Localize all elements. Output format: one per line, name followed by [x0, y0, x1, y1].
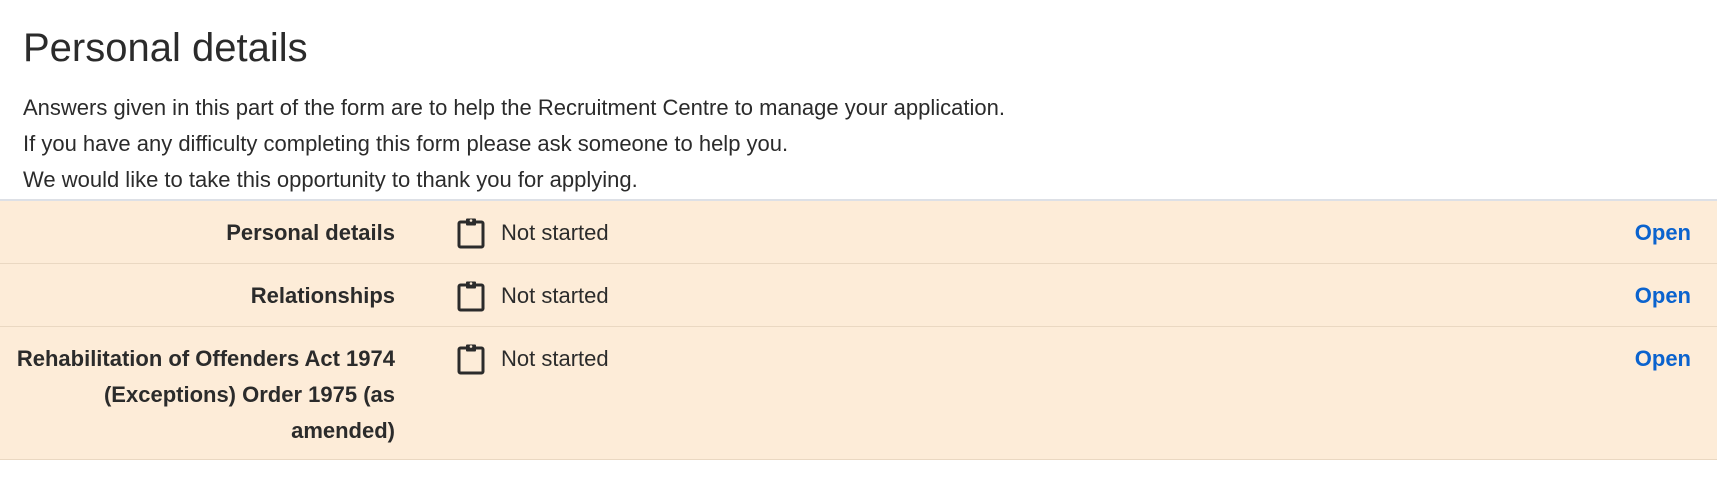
- section-name: Relationships: [250, 283, 395, 308]
- section-row-personal-details: Personal details Not started Open: [0, 201, 1717, 264]
- intro-section: Personal details Answers given in this p…: [0, 0, 1717, 199]
- intro-line: If you have any difficulty completing th…: [23, 131, 789, 156]
- status-text: Not started: [501, 346, 609, 371]
- clipboard-icon: [457, 280, 485, 312]
- status-text: Not started: [501, 283, 609, 308]
- section-name: Personal details: [226, 220, 395, 245]
- page-title: Personal details: [23, 26, 308, 70]
- intro-line: We would like to take this opportunity t…: [23, 167, 638, 192]
- section-status: Not started: [457, 201, 609, 251]
- open-link-personal-details[interactable]: Open: [1635, 215, 1691, 251]
- status-text: Not started: [501, 220, 609, 245]
- section-row-rehabilitation-of-offenders-act: Rehabilitation of Offenders Act 1974 (Ex…: [0, 327, 1717, 460]
- section-status: Not started: [457, 327, 609, 377]
- open-link-rehabilitation-of-offenders-act[interactable]: Open: [1635, 341, 1691, 377]
- intro-line: Answers given in this part of the form a…: [23, 95, 1005, 120]
- section-list: Personal details Not started Open Relati…: [0, 199, 1717, 460]
- open-link-relationships[interactable]: Open: [1635, 278, 1691, 314]
- section-status: Not started: [457, 264, 609, 314]
- section-row-relationships: Relationships Not started Open: [0, 264, 1717, 327]
- clipboard-icon: [457, 217, 485, 249]
- section-name: Rehabilitation of Offenders Act 1974 (Ex…: [16, 346, 395, 443]
- clipboard-icon: [457, 343, 485, 375]
- intro-text: Answers given in this part of the form a…: [23, 90, 1694, 198]
